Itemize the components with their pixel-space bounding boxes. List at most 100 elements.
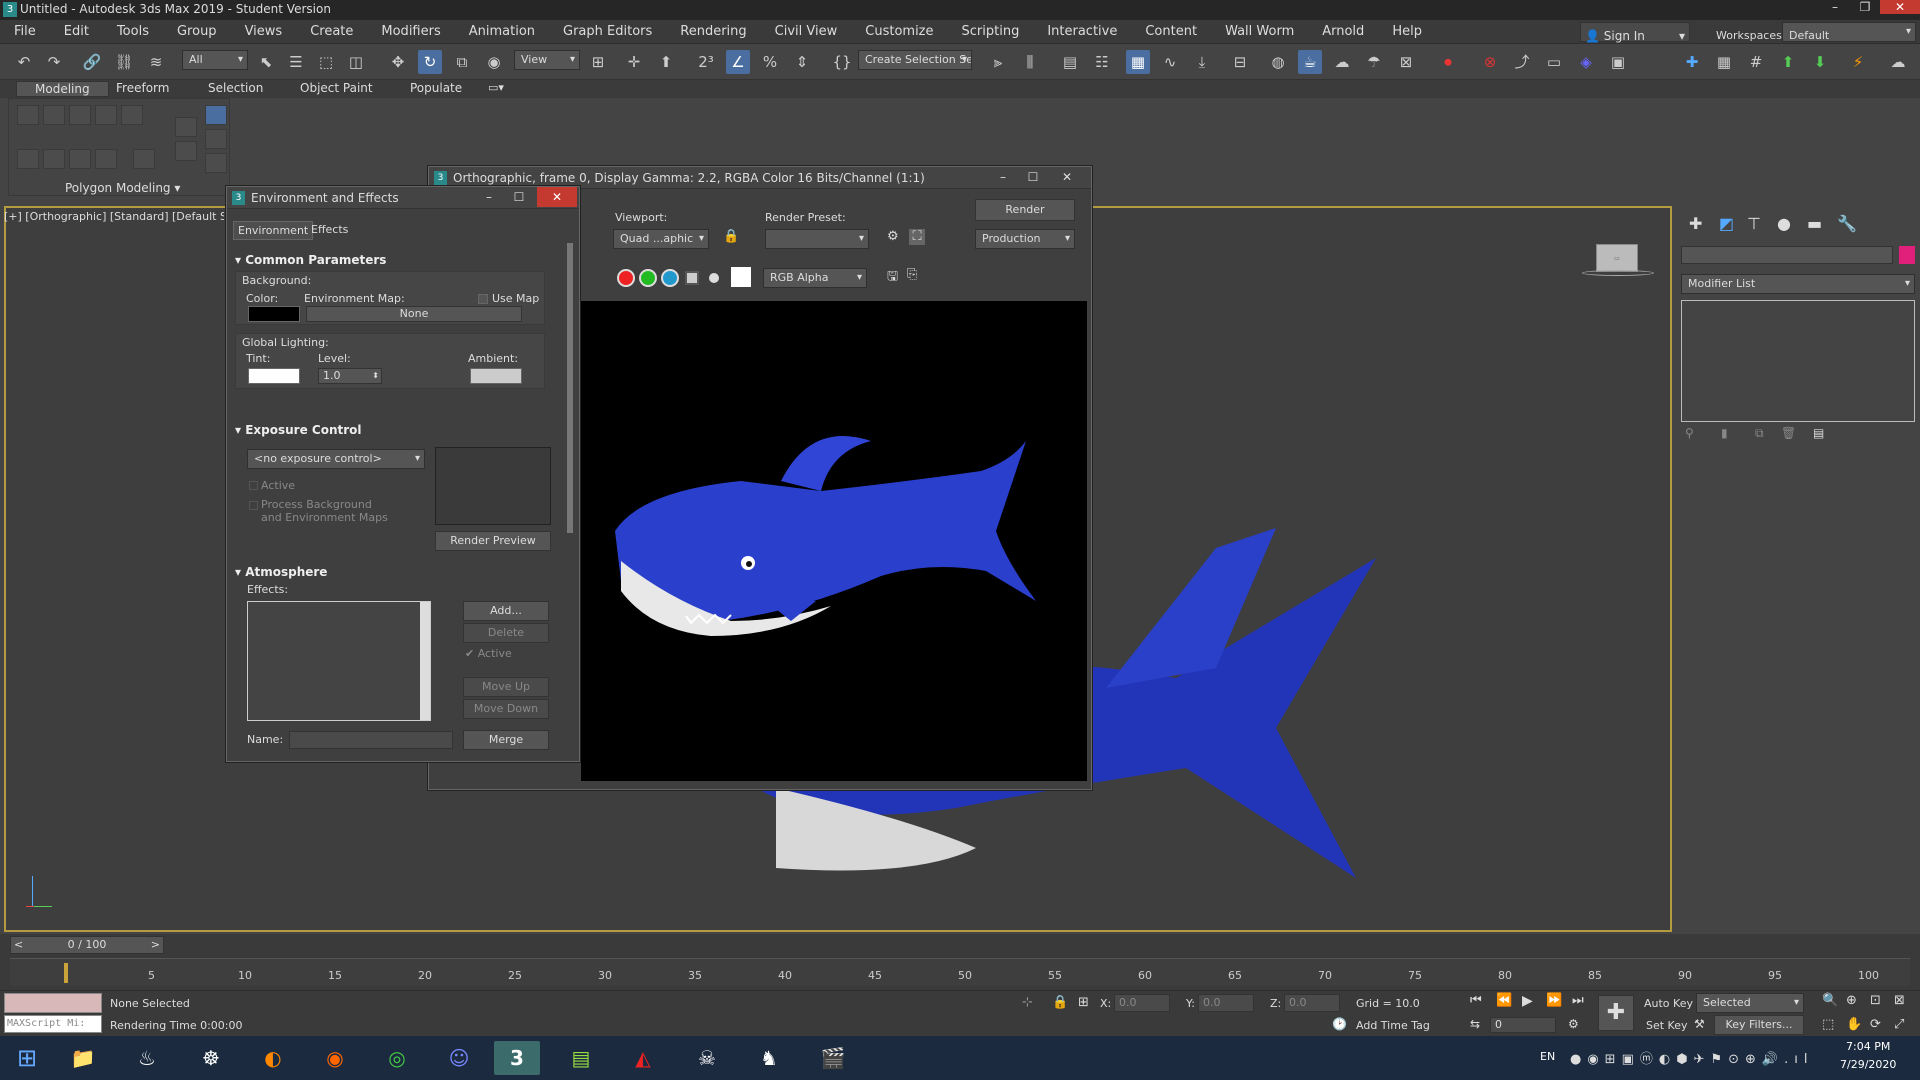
modify-tab-icon[interactable]: ◩: [1719, 214, 1734, 233]
red-channel-icon[interactable]: [617, 269, 635, 287]
tab-freeform[interactable]: Freeform: [116, 81, 169, 95]
menu-graph-editors[interactable]: Graph Editors: [563, 20, 652, 43]
tray-icons[interactable]: ●◉⊞▣ⓜ◐⬢✈⚑⊙⊕🔊.ıl: [1570, 1048, 1813, 1067]
place-icon[interactable]: ◉: [482, 50, 506, 74]
tab-selection[interactable]: Selection: [208, 81, 263, 95]
ribbon-tool-3[interactable]: [69, 105, 91, 125]
merge-button[interactable]: Merge: [463, 730, 549, 750]
create-tab-icon[interactable]: ✚: [1689, 214, 1702, 233]
taskbar-app-icon-d[interactable]: ☠: [684, 1041, 730, 1075]
save-image-icon[interactable]: 🖫: [887, 267, 898, 289]
tab-object-paint[interactable]: Object Paint: [300, 81, 373, 95]
file-explorer-icon[interactable]: 📁: [60, 1041, 106, 1075]
time-config-icon[interactable]: ⚙: [1568, 1017, 1579, 1031]
viewport-label[interactable]: [+] [Orthographic] [Standard] [Default S…: [4, 210, 224, 223]
viewcube-ring[interactable]: [1582, 270, 1654, 276]
menu-group[interactable]: Group: [177, 20, 217, 43]
modifier-list-dropdown[interactable]: Modifier List: [1681, 274, 1915, 294]
menu-help[interactable]: Help: [1392, 20, 1422, 43]
y-coordinate-field[interactable]: 0.0: [1198, 994, 1254, 1012]
process-bg-checkbox[interactable]: [249, 501, 258, 510]
menu-views[interactable]: Views: [245, 20, 283, 43]
ribbon-toggle-icon[interactable]: ▦: [1126, 50, 1150, 74]
zoom-extents-icon[interactable]: ⊡: [1870, 993, 1881, 1008]
ribbon-tool-9[interactable]: [95, 149, 117, 169]
plugin-icon-d[interactable]: ◈: [1574, 50, 1598, 74]
material-editor-icon[interactable]: ◍: [1266, 50, 1290, 74]
schematic-view-icon[interactable]: ⊟: [1228, 50, 1252, 74]
environment-map-button[interactable]: None: [306, 306, 522, 322]
selection-filter-dropdown[interactable]: All: [182, 50, 248, 70]
plugin-icon-e[interactable]: ▣: [1606, 50, 1630, 74]
spinner-snap-icon[interactable]: ⇕: [790, 50, 814, 74]
exposure-control-header[interactable]: ▾ Exposure Control: [235, 423, 362, 437]
maximize-viewport-icon[interactable]: ⤢: [1894, 1017, 1904, 1032]
add-time-tag[interactable]: Add Time Tag: [1356, 1019, 1430, 1032]
workspace-dropdown[interactable]: Default: [1782, 22, 1916, 42]
production-dropdown[interactable]: Production: [975, 229, 1075, 249]
chrome-icon[interactable]: ◎: [374, 1041, 420, 1075]
hierarchy-tab-icon[interactable]: ⊤: [1747, 214, 1761, 233]
green-channel-icon[interactable]: [639, 269, 657, 287]
select-manipulate-icon[interactable]: ✛: [622, 50, 646, 74]
ambient-color-swatch[interactable]: [470, 368, 522, 384]
lock-icon[interactable]: 🔒: [723, 229, 739, 244]
language-indicator[interactable]: EN: [1540, 1050, 1555, 1063]
redo-icon[interactable]: ↷: [42, 50, 66, 74]
menu-civil-view[interactable]: Civil View: [775, 20, 838, 43]
clock-time[interactable]: 7:04 PM: [1846, 1040, 1890, 1053]
restore-icon[interactable]: ❐: [1850, 0, 1880, 14]
plugin-icon-a[interactable]: ⊗: [1478, 50, 1502, 74]
acrobat-icon[interactable]: ◭: [620, 1041, 666, 1075]
zoom-extents-all-icon[interactable]: ⊠: [1894, 993, 1905, 1008]
set-key-big-icon[interactable]: ✚: [1598, 995, 1634, 1031]
utilities-tab-icon[interactable]: 🔧: [1837, 214, 1857, 233]
ribbon-tool-8[interactable]: [69, 149, 91, 169]
plugin-icon-b[interactable]: ⤴: [1510, 50, 1534, 74]
ribbon-tool-11[interactable]: [175, 117, 197, 137]
render-setup-small-icon[interactable]: ⚙: [887, 229, 899, 244]
effects-list[interactable]: [247, 601, 431, 721]
show-end-result-icon[interactable]: ▮: [1721, 426, 1728, 440]
render-window-minimize-icon[interactable]: –: [989, 167, 1017, 187]
rect-selection-icon[interactable]: ⬚: [314, 50, 338, 74]
align-icon[interactable]: ⫼: [1018, 50, 1042, 74]
create-plus-icon[interactable]: ✚: [1680, 50, 1704, 74]
menu-wall-worm[interactable]: Wall Worm: [1225, 20, 1294, 43]
tab-modeling[interactable]: Modeling: [16, 81, 109, 97]
viewcube[interactable]: ▭: [1596, 244, 1638, 272]
menu-create[interactable]: Create: [310, 20, 353, 43]
play-icon[interactable]: ▶: [1522, 993, 1533, 1009]
dialog-scrollbar[interactable]: [567, 243, 573, 533]
menu-file[interactable]: File: [14, 20, 36, 43]
object-name-field[interactable]: [1681, 246, 1893, 264]
make-unique-icon[interactable]: ⧉: [1755, 426, 1764, 441]
blue-channel-icon[interactable]: [661, 269, 679, 287]
zoom-icon[interactable]: 🔍: [1822, 993, 1838, 1008]
environment-small-icon[interactable]: ⛶: [909, 229, 925, 245]
arnold-icon-c[interactable]: ⚡: [1846, 50, 1870, 74]
add-effect-button[interactable]: Add...: [463, 601, 549, 621]
next-frame-icon[interactable]: ⏩: [1546, 993, 1562, 1008]
pan-icon[interactable]: ✋: [1846, 1017, 1862, 1032]
ribbon-tool-12[interactable]: [175, 141, 197, 161]
key-filters-button[interactable]: Key Filters...: [1714, 1015, 1804, 1035]
ribbon-tool-1[interactable]: [17, 105, 39, 125]
absolute-mode-icon[interactable]: ⊞: [1078, 995, 1089, 1010]
remove-modifier-icon[interactable]: 🗑: [1781, 426, 1796, 440]
common-parameters-header[interactable]: ▾ Common Parameters: [235, 253, 386, 267]
go-to-end-icon[interactable]: ⏭: [1572, 993, 1584, 1008]
pivot-icon[interactable]: ⊞: [586, 50, 610, 74]
isolate-selection-icon[interactable]: ⊹: [1022, 995, 1033, 1010]
menu-scripting[interactable]: Scripting: [962, 20, 1020, 43]
maxscript-listener-mini[interactable]: [4, 993, 102, 1013]
maxscript-input[interactable]: MAXScript Mi:: [4, 1015, 102, 1033]
env-dialog-minimize-icon[interactable]: –: [475, 187, 503, 207]
keyboard-shortcut-icon[interactable]: ⬆: [654, 50, 678, 74]
key-filters-icon[interactable]: ⚒: [1694, 1017, 1705, 1031]
track-bar[interactable]: 5 10 15 20 25 30 35 40 45 50 55 60 65 70 75 80 85 90 95 100: [10, 958, 1910, 986]
arnold-icon-b[interactable]: ⬇: [1808, 50, 1832, 74]
menu-customize[interactable]: Customize: [865, 20, 933, 43]
monochrome-icon[interactable]: [685, 271, 699, 285]
set-key-button[interactable]: Set Key: [1646, 1019, 1688, 1032]
